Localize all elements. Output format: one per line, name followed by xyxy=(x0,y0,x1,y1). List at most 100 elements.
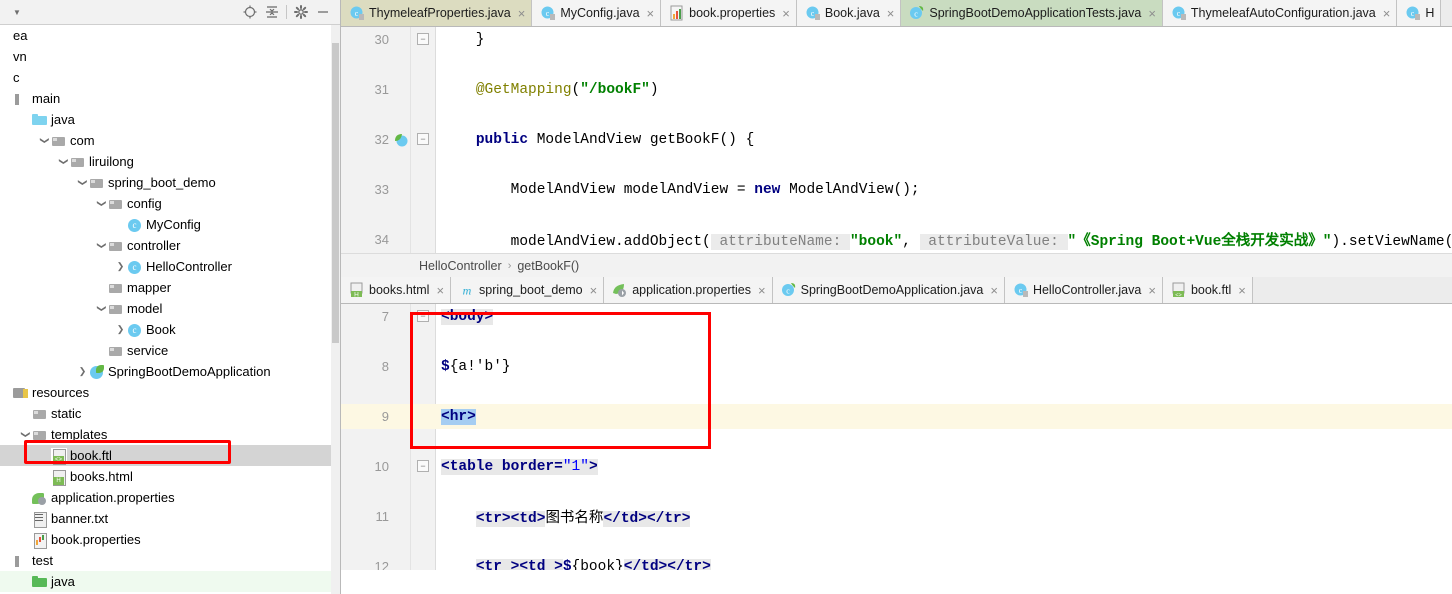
tree-node-application-properties[interactable]: application.properties xyxy=(0,487,340,508)
editor-tabs-bottom[interactable]: Hbooks.html × m spring_boot_demo × applicatio… xyxy=(341,277,1452,304)
class-icon: c xyxy=(1013,282,1029,298)
minimize-icon[interactable] xyxy=(312,2,334,22)
close-icon[interactable]: × xyxy=(436,284,444,297)
editor-tab-thymeleafautoconfiguration-java[interactable]: c ThymeleafAutoConfiguration.java × xyxy=(1162,0,1398,26)
editor-tab-application-properties[interactable]: application.properties × xyxy=(604,277,773,303)
tree-node-books-html[interactable]: books.html xyxy=(0,466,340,487)
code-line[interactable]: 30 − } xyxy=(341,27,1452,52)
editor-pane-top[interactable]: 30 − } 31 @GetMapping("/bookF") 32 − public … xyxy=(341,27,1452,277)
chevron-down-icon[interactable]: ❯ xyxy=(39,134,50,147)
code-line[interactable]: 8 ${a!'b'} xyxy=(341,354,1452,379)
spring-bean-gutter-icon[interactable] xyxy=(393,132,409,148)
code-fold-toggle-icon[interactable]: − xyxy=(417,460,429,472)
close-icon[interactable]: × xyxy=(782,7,790,20)
leaf-icon xyxy=(32,490,48,506)
tree-node-c[interactable]: c xyxy=(0,67,340,88)
code-lines-bottom[interactable]: 7− <body> 8 ${a!'b'} 9 <hr> 10− <table border="… xyxy=(341,304,1452,570)
close-icon[interactable]: × xyxy=(1383,7,1391,20)
tree-node-test[interactable]: test xyxy=(0,550,340,571)
tree-node-banner-txt[interactable]: banner.txt xyxy=(0,508,340,529)
tree-node-springbootdemoapplication[interactable]: ❯ SpringBootDemoApplication xyxy=(0,361,340,382)
module-icon xyxy=(13,91,29,107)
editor-tab-spring-boot-demo[interactable]: m spring_boot_demo × xyxy=(451,277,605,303)
tree-node-book[interactable]: ❯ Book xyxy=(0,319,340,340)
chevron-right-icon[interactable]: ❯ xyxy=(114,324,127,335)
editor-tab-springbootdemoapplication-java[interactable]: c SpringBootDemoApplication.java × xyxy=(772,277,1005,303)
editor-tab-hellocontroller-java[interactable]: c HelloController.java × xyxy=(1004,277,1163,303)
editor-tab-books-html[interactable]: Hbooks.html × xyxy=(341,277,452,303)
tree-node-controller[interactable]: ❯ controller xyxy=(0,235,340,256)
breadcrumb-item[interactable]: getBookF() xyxy=(517,259,579,273)
code-fold-toggle-icon[interactable]: − xyxy=(417,310,429,322)
code-line[interactable]: 9 <hr> xyxy=(341,404,1452,429)
editor-tab-springbootdemoapplicationtests-java[interactable]: c SpringBootDemoApplicationTests.java × xyxy=(901,0,1163,26)
tree-node-mapper[interactable]: mapper xyxy=(0,277,340,298)
code-line[interactable]: 7 − <body> xyxy=(341,304,1452,329)
tree-node-liruilong[interactable]: ❯ liruilong xyxy=(0,151,340,172)
tree-node-vn[interactable]: vn xyxy=(0,46,340,67)
close-icon[interactable]: × xyxy=(887,7,895,20)
code-line[interactable]: 12 <tr ><td >${book}</td></tr> xyxy=(341,554,1452,570)
project-view-dropdown-icon[interactable]: ▼ xyxy=(6,2,28,22)
collapse-all-icon[interactable] xyxy=(261,2,283,22)
chevron-down-icon[interactable]: ❯ xyxy=(77,176,88,189)
editor-tab-label: SpringBootDemoApplicationTests.java xyxy=(929,6,1142,20)
code-line[interactable]: 33 ModelAndView modelAndView = new Model… xyxy=(341,177,1452,202)
close-icon[interactable]: × xyxy=(1238,284,1246,297)
tree-node-service[interactable]: service xyxy=(0,340,340,361)
close-icon[interactable]: × xyxy=(647,7,655,20)
code-line[interactable]: 11 <tr><td>图书名称</td></tr> xyxy=(341,504,1452,529)
editor-tab-h[interactable]: cH xyxy=(1397,0,1442,26)
tree-node-model[interactable]: ❯ model xyxy=(0,298,340,319)
chevron-down-icon[interactable]: ❯ xyxy=(96,239,107,252)
tree-node-java[interactable]: java xyxy=(0,109,340,130)
tree-node-myconfig[interactable]: MyConfig xyxy=(0,214,340,235)
editor-tab-book-properties[interactable]: book.properties × xyxy=(661,0,797,26)
tree-node-resources[interactable]: resources xyxy=(0,382,340,403)
chevron-down-icon[interactable]: ❯ xyxy=(20,428,31,441)
project-tree-scrollbar[interactable] xyxy=(331,25,340,594)
code-fold-toggle-icon[interactable]: − xyxy=(417,33,429,45)
close-icon[interactable]: × xyxy=(1148,7,1156,20)
close-icon[interactable]: × xyxy=(590,284,598,297)
close-icon[interactable]: × xyxy=(1148,284,1156,297)
editor-tabs-top[interactable]: c ThymeleafProperties.java × c MyConfig.java… xyxy=(341,0,1452,27)
tree-node-java[interactable]: java xyxy=(0,571,340,592)
tree-node-ea[interactable]: ea xyxy=(0,25,340,46)
tree-node-book-ftl[interactable]: book.ftl xyxy=(0,445,340,466)
chevron-down-icon[interactable]: ❯ xyxy=(96,197,107,210)
breadcrumb-item[interactable]: HelloController xyxy=(419,259,502,273)
close-icon[interactable]: × xyxy=(990,284,998,297)
breadcrumb[interactable]: HelloController › getBookF() xyxy=(341,253,1452,277)
tree-node-main[interactable]: main xyxy=(0,88,340,109)
editor-tab-book-ftl[interactable]: <> book.ftl × xyxy=(1162,277,1253,303)
chevron-right-icon[interactable]: ❯ xyxy=(76,366,89,377)
code-line[interactable]: 10 − <table border="1"> xyxy=(341,454,1452,479)
tree-node-templates[interactable]: ❯ templates xyxy=(0,424,340,445)
chevron-down-icon[interactable]: ❯ xyxy=(58,155,69,168)
chevron-down-icon[interactable]: ❯ xyxy=(96,302,107,315)
spring-icon: c xyxy=(781,282,797,298)
editor-tab-myconfig-java[interactable]: c MyConfig.java × xyxy=(532,0,662,26)
close-icon[interactable]: × xyxy=(518,7,526,20)
code-lines-top[interactable]: 30 − } 31 @GetMapping("/bookF") 32 − public … xyxy=(341,27,1452,277)
tree-node-hellocontroller[interactable]: ❯ HelloController xyxy=(0,256,340,277)
project-tree[interactable]: ea vn c main java ❯ com ❯ liruilong ❯ spring_boot_… xyxy=(0,25,340,594)
chevron-right-icon[interactable]: ❯ xyxy=(114,261,127,272)
toolbar-separator xyxy=(286,5,287,19)
code-line[interactable]: 34 modelAndView.addObject( attributeName… xyxy=(341,227,1452,252)
editor-pane-bottom[interactable]: 7− <body> 8 ${a!'b'} 9 <hr> 10− <table border="… xyxy=(341,304,1452,570)
close-icon[interactable]: × xyxy=(758,284,766,297)
editor-tab-book-java[interactable]: c Book.java × xyxy=(796,0,902,26)
code-line[interactable]: 31 @GetMapping("/bookF") xyxy=(341,77,1452,102)
settings-gear-icon[interactable] xyxy=(290,2,312,22)
tree-node-spring-boot-demo[interactable]: ❯ spring_boot_demo xyxy=(0,172,340,193)
editor-tab-thymeleafproperties-java[interactable]: c ThymeleafProperties.java × xyxy=(341,0,533,26)
tree-node-static[interactable]: static xyxy=(0,403,340,424)
tree-node-book-properties[interactable]: book.properties xyxy=(0,529,340,550)
code-line[interactable]: 32 − public ModelAndView getBookF() { xyxy=(341,127,1452,152)
code-fold-toggle-icon[interactable]: − xyxy=(417,133,429,145)
locate-target-icon[interactable] xyxy=(239,2,261,22)
tree-node-config[interactable]: ❯ config xyxy=(0,193,340,214)
tree-node-com[interactable]: ❯ com xyxy=(0,130,340,151)
